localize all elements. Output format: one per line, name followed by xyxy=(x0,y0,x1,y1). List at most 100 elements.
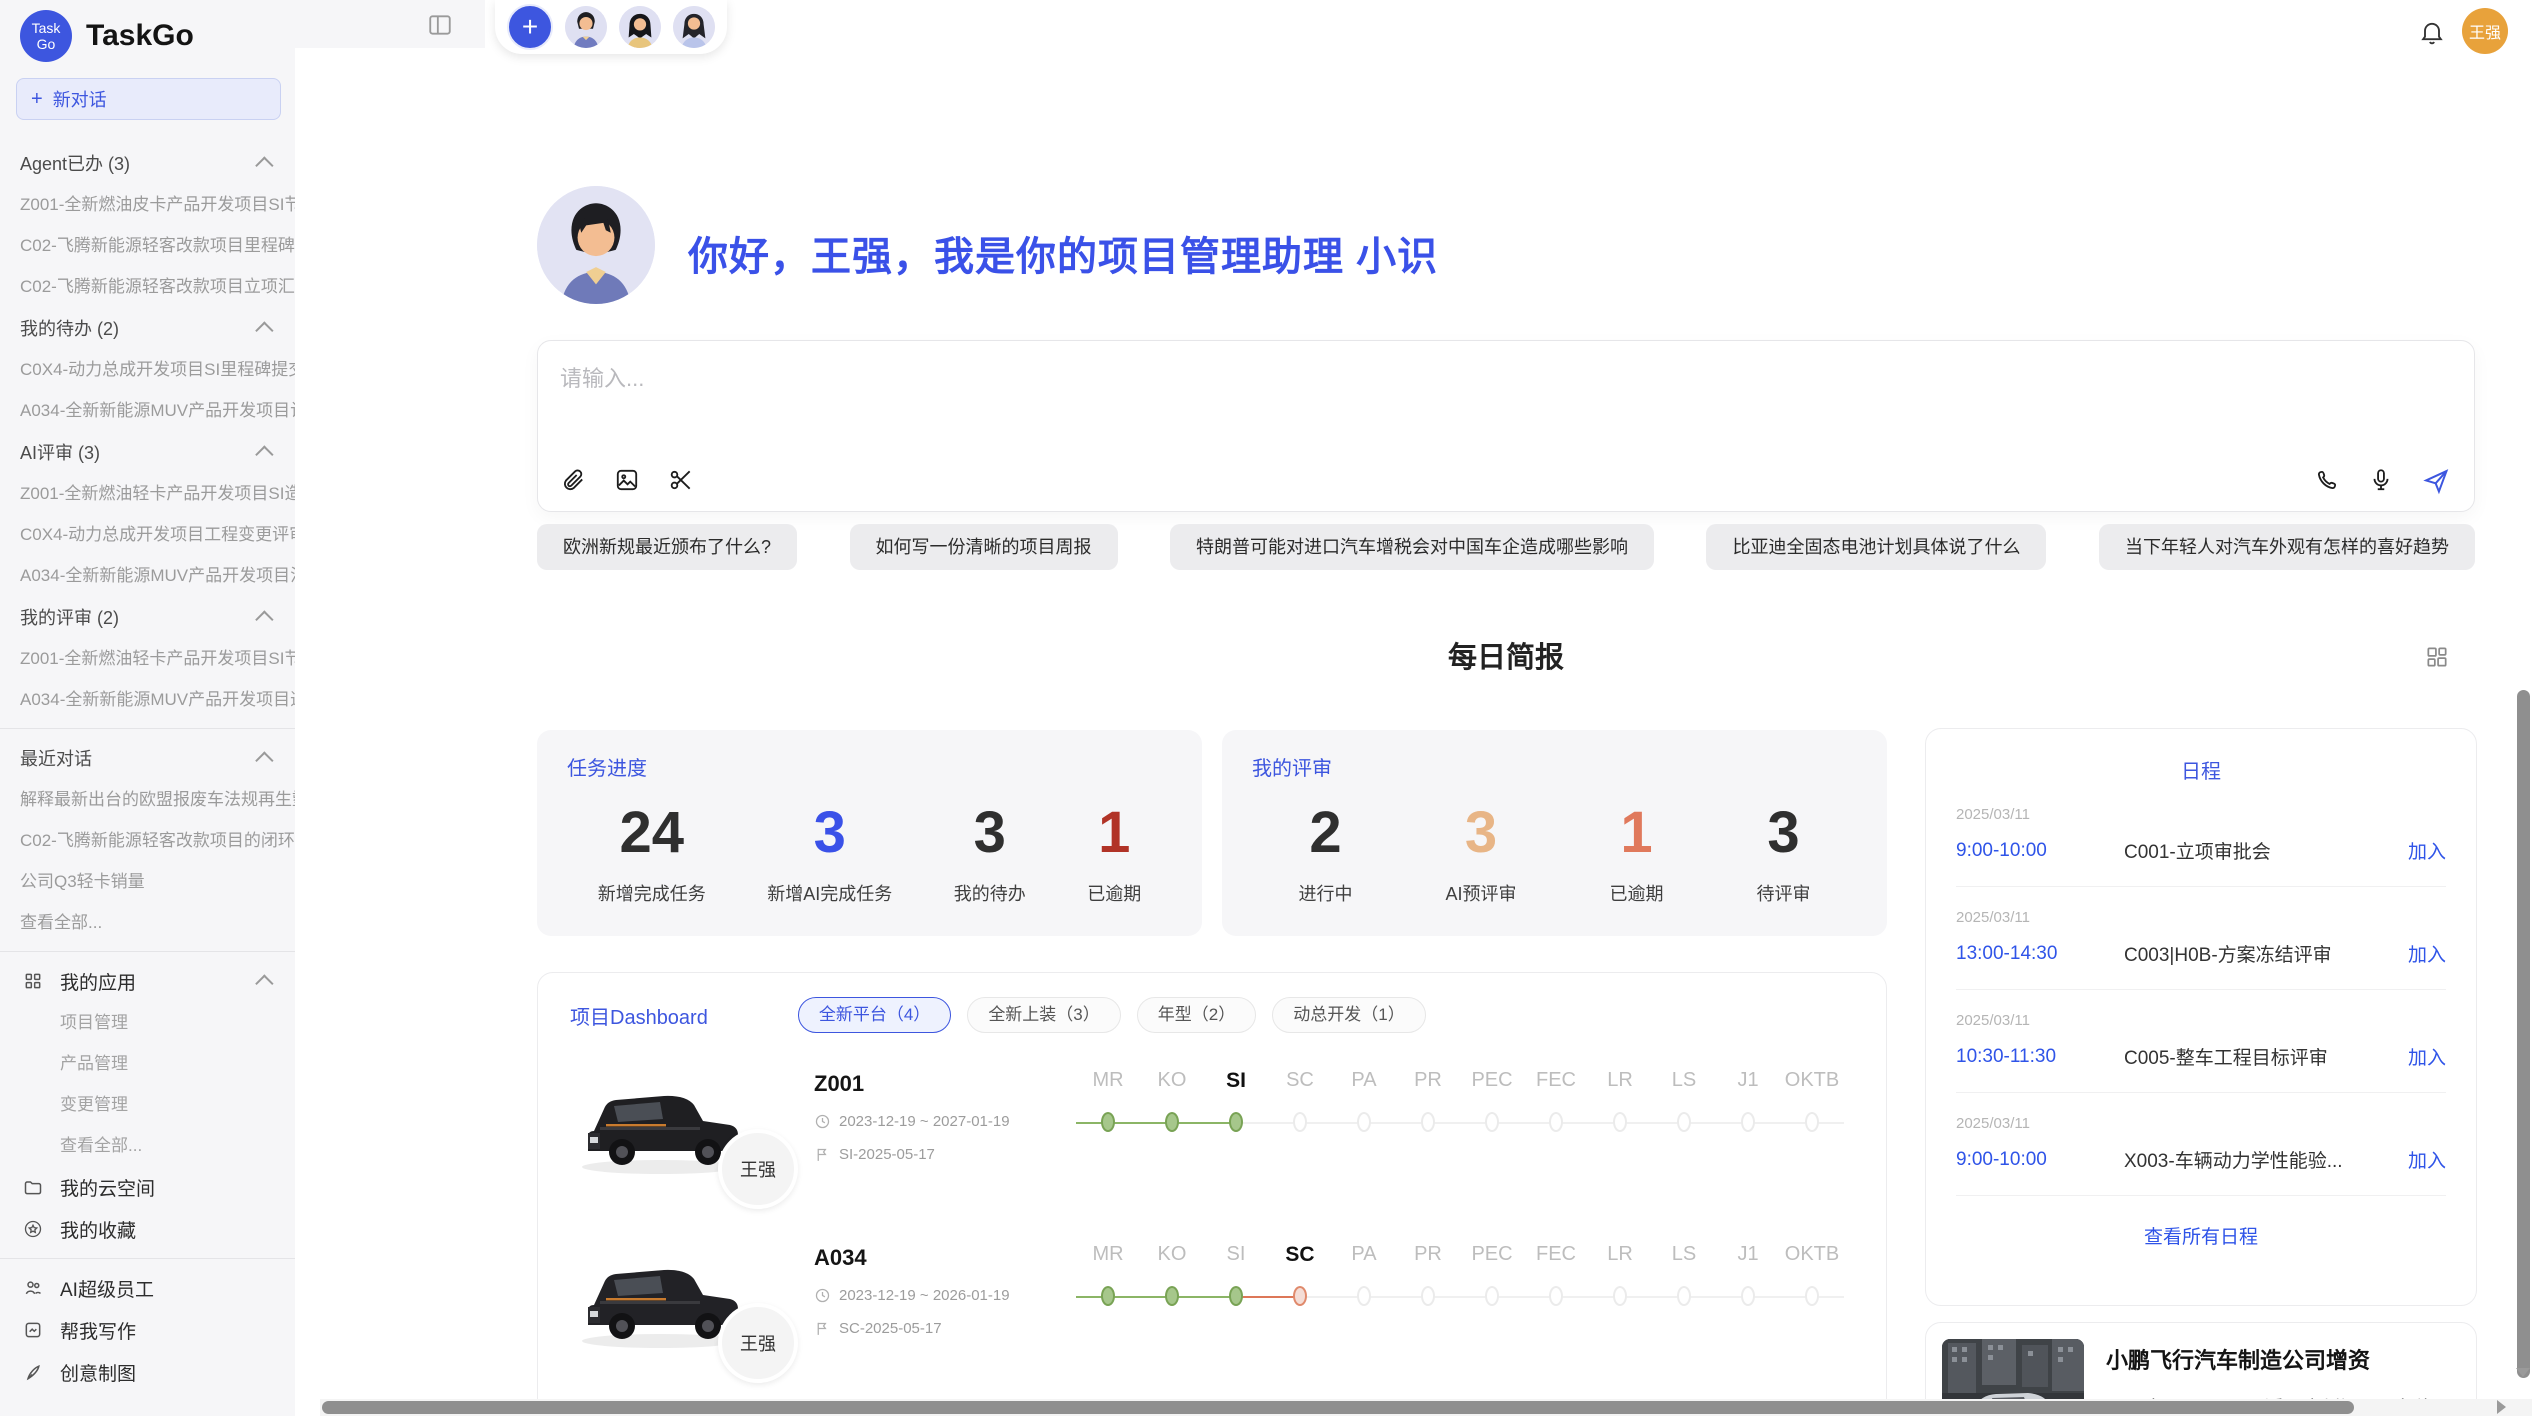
sidebar-item[interactable]: C02-飞腾新能源轻客改款项目立项汇报方案 xyxy=(0,266,295,307)
agent-avatar-1[interactable] xyxy=(565,6,607,48)
schedule-time: 10:30-11:30 xyxy=(1956,1046,2124,1068)
sidebar-toggle-icon[interactable] xyxy=(427,12,453,38)
sidebar-item[interactable]: C0X4-动力总成开发项目SI里程碑提交物检查 xyxy=(0,349,295,390)
scroll-down-arrow[interactable] xyxy=(2516,1368,2530,1377)
recent-item[interactable]: 解释最新出台的欧盟报废车法规再生塑料比例被调到15%... xyxy=(0,779,295,820)
chevron-up-icon[interactable] xyxy=(255,321,273,339)
divider xyxy=(1956,989,2446,990)
join-link[interactable]: 加入 xyxy=(2408,940,2446,967)
section-header-my-todo[interactable]: 我的待办 (2) xyxy=(0,307,295,349)
new-session-button[interactable]: + xyxy=(507,4,553,50)
schedule-name: X003-车辆动力学性能验... xyxy=(2124,1146,2408,1173)
timeline-progress-green xyxy=(1076,1122,1236,1124)
sidebar-item-ai-super-staff[interactable]: AI超级员工 xyxy=(0,1267,295,1309)
sidebar-item-help-me-write[interactable]: 帮我写作 xyxy=(0,1309,295,1351)
recent-item[interactable]: C02-飞腾新能源轻客改款项目的闭环通告反馈情况 xyxy=(0,820,295,861)
join-link[interactable]: 加入 xyxy=(2408,1043,2446,1070)
filter-chip[interactable]: 全新平台（4） xyxy=(798,997,951,1033)
sidebar-item[interactable]: Z001-全新燃油轻卡产品开发项目SI节点属性5D文件评审 xyxy=(0,638,295,679)
suggestion-chip[interactable]: 比亚迪全固态电池计划具体说了什么 xyxy=(1706,524,2046,570)
filter-chip[interactable]: 全新上装（3） xyxy=(967,997,1120,1033)
schedule-item: 2025/03/11 9:00-10:00 X003-车辆动力学性能验... 加… xyxy=(1926,1115,2476,1195)
schedule-item: 2025/03/11 13:00-14:30 C003|H0B-方案冻结评审 加… xyxy=(1926,909,2476,989)
schedule-item: 2025/03/11 9:00-10:00 C001-立项审批会 加入 xyxy=(1926,806,2476,886)
recent-item[interactable]: 公司Q3轻卡销量 xyxy=(0,861,295,902)
layout-grid-icon[interactable] xyxy=(2424,644,2450,670)
milestone-dot xyxy=(1101,1112,1115,1132)
chat-input[interactable] xyxy=(558,365,1762,393)
logo-row: Task Go TaskGo xyxy=(0,0,295,62)
filter-chip[interactable]: 年型（2） xyxy=(1137,997,1256,1033)
horizontal-scrollbar-thumb[interactable] xyxy=(322,1401,2354,1414)
project-flag: SC-2025-05-17 xyxy=(839,1320,942,1337)
logo-line1: Task xyxy=(32,20,61,36)
chevron-up-icon[interactable] xyxy=(255,751,273,769)
vertical-scrollbar-thumb[interactable] xyxy=(2517,690,2530,1378)
agent-avatar-3[interactable] xyxy=(673,6,715,48)
scroll-right-arrow[interactable] xyxy=(2497,1400,2506,1414)
new-chat-button[interactable]: + 新对话 xyxy=(16,78,281,120)
schedule-time: 9:00-10:00 xyxy=(1956,840,2124,862)
recent-view-all[interactable]: 查看全部... xyxy=(0,902,295,943)
horizontal-scrollbar[interactable] xyxy=(320,1399,2532,1416)
sidebar-item[interactable]: A034-全新新能源MUV产品开发项目计划变更表编写 xyxy=(0,390,295,431)
paperclip-icon[interactable] xyxy=(560,467,586,493)
chevron-up-icon[interactable] xyxy=(255,610,273,628)
filter-chip[interactable]: 动总开发（1） xyxy=(1272,997,1425,1033)
user-avatar[interactable]: 王强 xyxy=(2462,8,2508,54)
milestone-label: MR xyxy=(1076,1243,1140,1267)
milestone-label: KO xyxy=(1140,1069,1204,1093)
phone-icon[interactable] xyxy=(2314,467,2340,493)
sidebar-item[interactable]: Z001-全新燃油皮卡产品开发项目SI节点Lesson Learn报告 xyxy=(0,184,295,225)
scissors-icon[interactable] xyxy=(668,467,694,493)
image-icon[interactable] xyxy=(614,467,640,493)
milestone-timeline: MRKOSISCPAPRPECFECLRLSJ1OKTB xyxy=(1076,1243,1854,1381)
schedule-card: 日程 2025/03/11 9:00-10:00 C001-立项审批会 加入 2… xyxy=(1925,728,2477,1306)
microphone-icon[interactable] xyxy=(2368,467,2394,493)
sidebar-item-cloud-space[interactable]: 我的云空间 xyxy=(0,1166,295,1208)
section-header-agent-done[interactable]: Agent已办 (3) xyxy=(0,142,295,184)
sidebar-item[interactable]: C0X4-动力总成开发项目工程变更评审 xyxy=(0,514,295,555)
project-code: A034 xyxy=(814,1245,1060,1271)
vertical-scrollbar[interactable] xyxy=(2515,48,2532,1399)
app-item-project-mgmt[interactable]: 项目管理 xyxy=(0,1002,295,1043)
view-all-schedule-link[interactable]: 查看所有日程 xyxy=(1926,1222,2476,1249)
join-link[interactable]: 加入 xyxy=(2408,837,2446,864)
section-header-recent[interactable]: 最近对话 xyxy=(0,737,295,779)
join-link[interactable]: 加入 xyxy=(2408,1146,2446,1173)
sidebar-item[interactable]: Z001-全新燃油轻卡产品开发项目SI造型提交物评审 xyxy=(0,473,295,514)
suggestion-chip[interactable]: 欧洲新规最近颁布了什么? xyxy=(537,524,797,570)
bell-icon[interactable] xyxy=(2418,18,2446,46)
sidebar-item-creative-drawing[interactable]: 创意制图 xyxy=(0,1351,295,1393)
chevron-up-icon[interactable] xyxy=(255,156,273,174)
dashboard-title: 项目Dashboard xyxy=(570,1001,708,1030)
app-item-product-mgmt[interactable]: 产品管理 xyxy=(0,1043,295,1084)
sidebar-item[interactable]: A034-全新新能源MUV产品开发项目造型可行性评审 xyxy=(0,679,295,720)
section-header-ai-review[interactable]: AI评审 (3) xyxy=(0,431,295,473)
timeline-progress-green xyxy=(1076,1296,1236,1298)
suggestion-chip[interactable]: 当下年轻人对汽车外观有怎样的喜好趋势 xyxy=(2099,524,2475,570)
greeting-text: 你好，王强，我是你的项目管理助理 小识 xyxy=(688,224,1438,282)
milestone-dot xyxy=(1293,1112,1307,1132)
milestone-dot xyxy=(1613,1286,1627,1306)
chevron-up-icon[interactable] xyxy=(255,974,273,992)
chevron-up-icon[interactable] xyxy=(255,445,273,463)
sidebar-item[interactable]: A034-全新新能源MUV产品开发项目法规符合性评审 xyxy=(0,555,295,596)
section-header-my-review[interactable]: 我的评审 (2) xyxy=(0,596,295,638)
stats-row: 任务进度 24新增完成任务 3新增AI完成任务 3我的待办 1已逾期 我的评审 … xyxy=(537,730,1887,936)
suggestion-chip[interactable]: 特朗普可能对进口汽车增税会对中国车企造成哪些影响 xyxy=(1170,524,1654,570)
project-row[interactable]: 王强 Z001 2023-12-19 ~ 2027-01-19 SI-2025-… xyxy=(570,1067,1854,1207)
sidebar-item-favorites[interactable]: 我的收藏 xyxy=(0,1208,295,1250)
send-icon[interactable] xyxy=(2422,467,2448,493)
sidebar-item[interactable]: C02-飞腾新能源轻客改款项目里程碑画布 xyxy=(0,225,295,266)
agent-avatar-2[interactable] xyxy=(619,6,661,48)
milestone-dot xyxy=(1101,1286,1115,1306)
milestone-timeline: MRKOSISCPAPRPECFECLRLSJ1OKTB xyxy=(1076,1069,1854,1207)
apps-view-all[interactable]: 查看全部... xyxy=(0,1125,295,1166)
suggestion-chip[interactable]: 如何写一份清晰的项目周报 xyxy=(850,524,1118,570)
milestone-dot xyxy=(1485,1112,1499,1132)
sidebar-item-my-apps[interactable]: 我的应用 xyxy=(0,960,295,1002)
project-row[interactable]: 王强 A034 2023-12-19 ~ 2026-01-19 SC-2025-… xyxy=(570,1241,1854,1381)
app-item-change-mgmt[interactable]: 变更管理 xyxy=(0,1084,295,1125)
clock-icon xyxy=(814,1287,831,1304)
